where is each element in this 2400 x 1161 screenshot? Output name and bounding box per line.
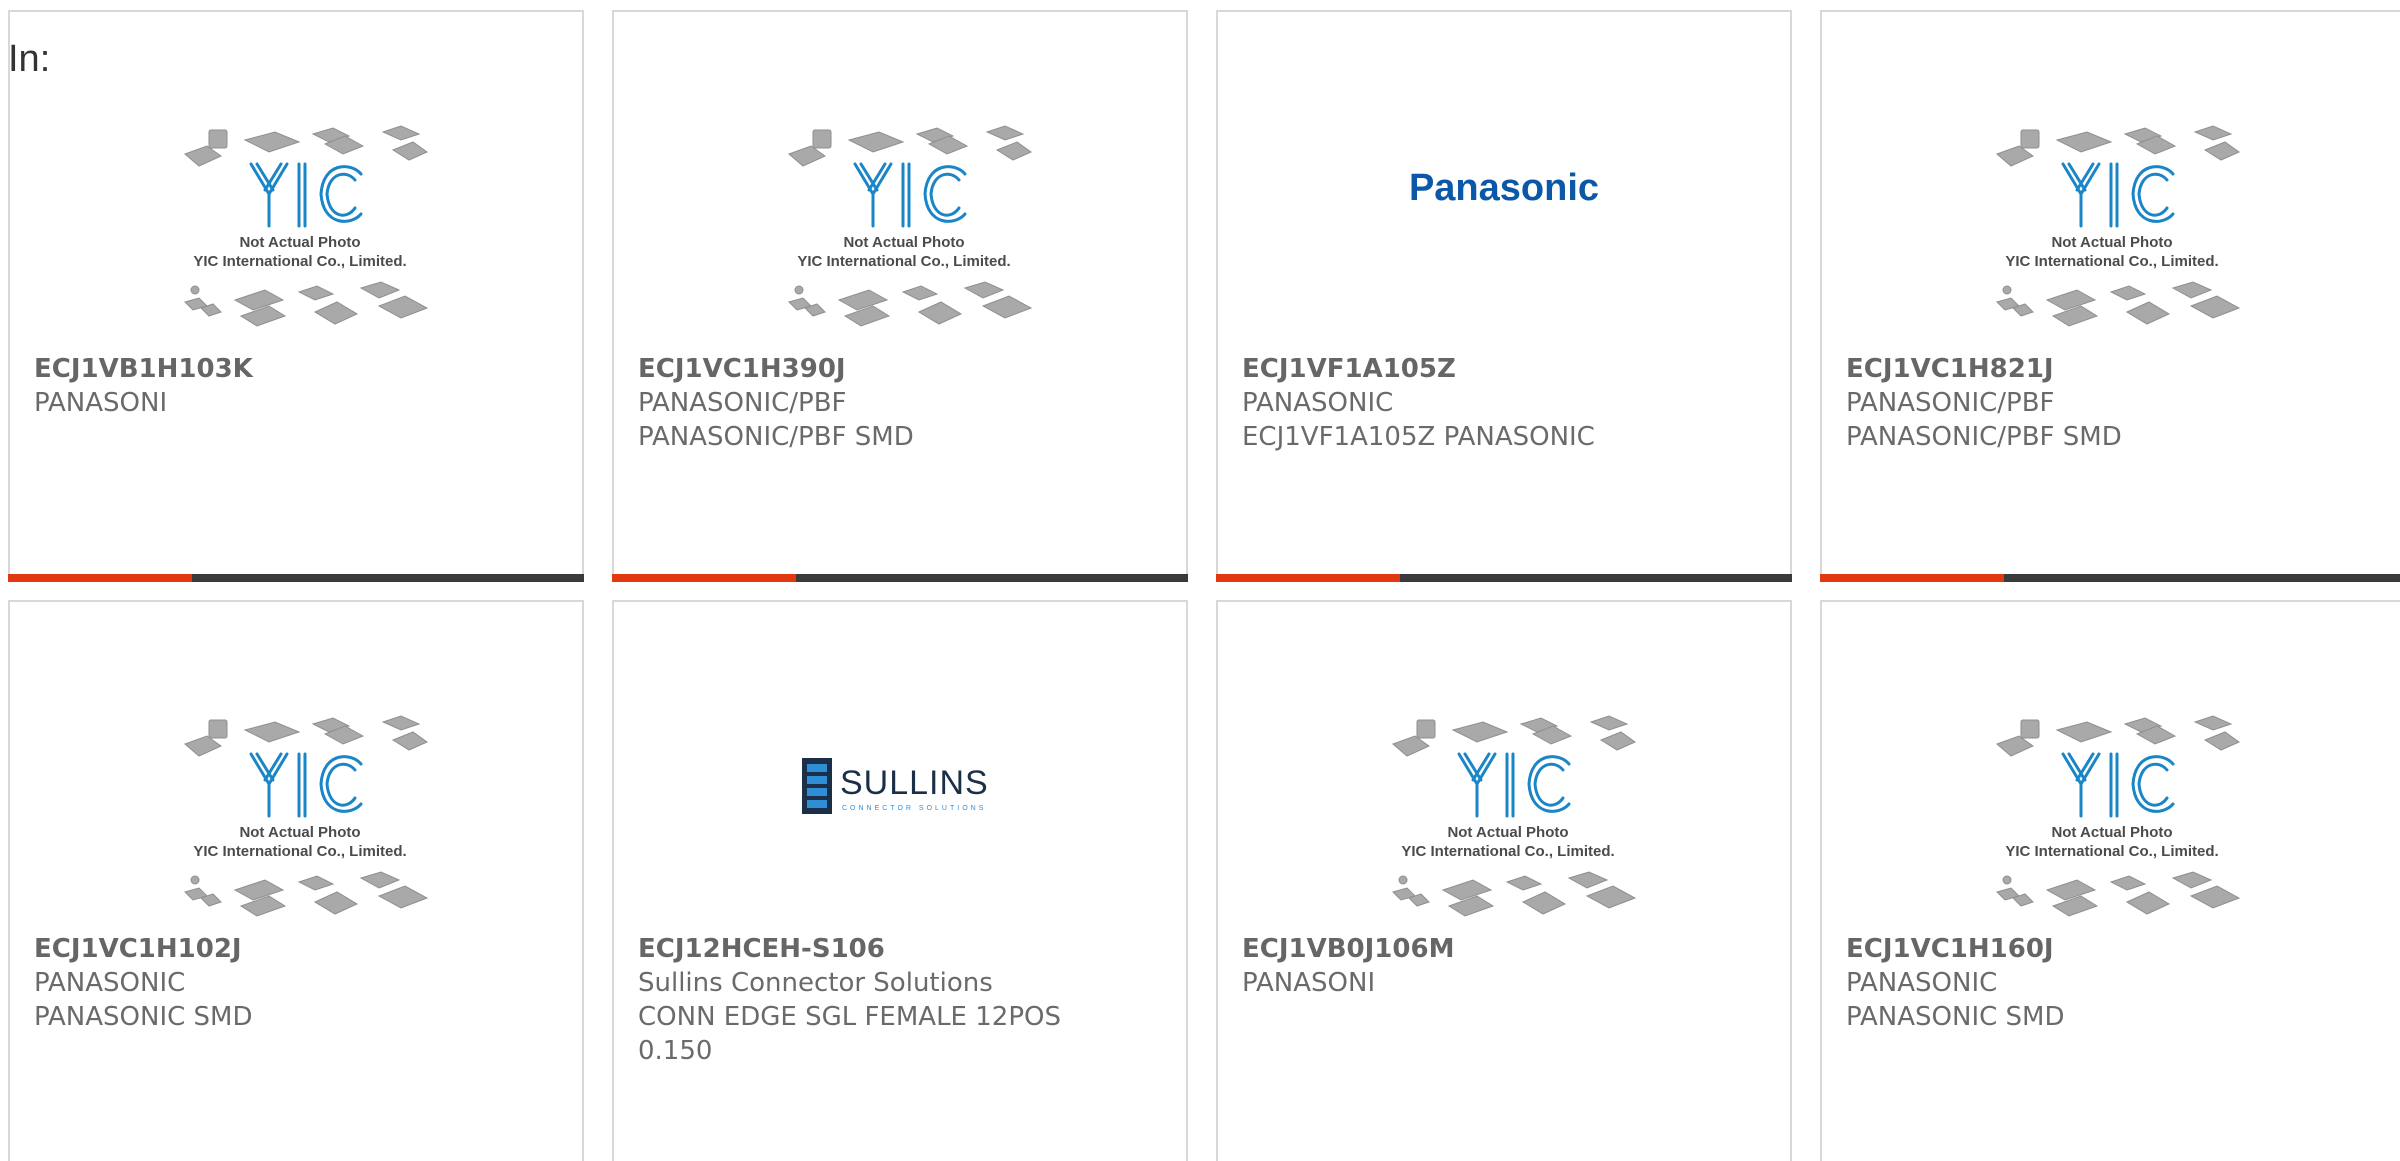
product-image[interactable]: Panasonic	[1218, 102, 1790, 352]
manufacturer: PANASONIC	[1846, 968, 1998, 998]
product-card[interactable]: ECJ1VC1H821J PANASONIC/PBF PANASONIC/PBF…	[1820, 10, 2400, 582]
card-accent-bar	[1820, 574, 2400, 582]
description: PANASONIC SMD	[34, 1002, 253, 1032]
manufacturer: Sullins Connector Solutions	[638, 968, 993, 998]
product-card[interactable]: SULLINS CONNECTOR SOLUTIONS ECJ12HCEH-S1…	[612, 600, 1188, 1161]
description: PANASONIC/PBF SMD	[1846, 422, 2122, 452]
part-number-link[interactable]: ECJ1VF1A105Z	[1242, 352, 1766, 386]
product-card[interactable]: ECJ1VB0J106M PANASONI	[1216, 600, 1792, 1161]
product-image[interactable]	[10, 692, 582, 942]
product-grid-page: In: ECJ1VB1H103K PANASONI ECJ1VC1H390J P…	[0, 0, 2400, 1161]
description: CONN EDGE SGL FEMALE 12POS	[638, 1002, 1061, 1032]
placeholder-image	[1995, 714, 2241, 918]
product-card[interactable]: ECJ1VC1H160J PANASONIC PANASONIC SMD	[1820, 600, 2400, 1161]
svg-text:Panasonic: Panasonic	[1409, 167, 1599, 209]
svg-text:CONNECTOR SOLUTIONS: CONNECTOR SOLUTIONS	[842, 805, 986, 812]
filter-label: In:	[8, 38, 51, 80]
product-image[interactable]	[10, 102, 582, 352]
description: ECJ1VF1A105Z PANASONIC	[1242, 422, 1595, 452]
manufacturer: PANASONIC	[34, 968, 186, 998]
product-card[interactable]: ECJ1VC1H102J PANASONIC PANASONIC SMD	[8, 600, 584, 1161]
part-number-link[interactable]: ECJ1VB0J106M	[1242, 932, 1766, 966]
part-number-link[interactable]: ECJ1VC1H390J	[638, 352, 1162, 386]
product-image[interactable]	[1822, 102, 2400, 352]
part-number-link[interactable]: ECJ1VB1H103K	[34, 352, 558, 386]
manufacturer: PANASONIC/PBF	[638, 388, 847, 418]
card-accent-bar	[612, 574, 1188, 582]
card-accent-bar	[8, 574, 584, 582]
part-number-link[interactable]: ECJ1VC1H102J	[34, 932, 558, 966]
product-card[interactable]: ECJ1VB1H103K PANASONI	[8, 10, 584, 582]
part-number-link[interactable]: ECJ12HCEH-S106	[638, 932, 1162, 966]
product-card[interactable]: Panasonic ECJ1VF1A105Z PANASONIC ECJ1VF1…	[1216, 10, 1792, 582]
placeholder-image	[183, 124, 429, 328]
product-image[interactable]	[1218, 692, 1790, 942]
placeholder-image	[1391, 714, 1637, 918]
manufacturer: PANASONIC/PBF	[1846, 388, 2055, 418]
description: PANASONIC/PBF SMD	[638, 422, 914, 452]
product-card[interactable]: ECJ1VC1H390J PANASONIC/PBF PANASONIC/PBF…	[612, 10, 1188, 582]
panasonic-logo: Panasonic	[1218, 162, 1790, 216]
placeholder-image	[1995, 124, 2241, 328]
part-number-link[interactable]: ECJ1VC1H160J	[1846, 932, 2378, 966]
manufacturer: PANASONI	[1242, 968, 1376, 998]
manufacturer: PANASONIC	[1242, 388, 1394, 418]
placeholder-image	[183, 714, 429, 918]
description: PANASONIC SMD	[1846, 1002, 2065, 1032]
product-image[interactable]	[614, 102, 1186, 352]
description-continued: 0.150	[638, 1036, 713, 1066]
card-accent-bar	[1216, 574, 1792, 582]
placeholder-image	[787, 124, 1033, 328]
product-image[interactable]	[1822, 692, 2400, 942]
svg-text:SULLINS: SULLINS	[840, 764, 989, 802]
sullins-logo: SULLINS CONNECTOR SOLUTIONS	[614, 752, 1186, 826]
product-image[interactable]: SULLINS CONNECTOR SOLUTIONS	[614, 692, 1186, 942]
manufacturer: PANASONI	[34, 388, 168, 418]
part-number-link[interactable]: ECJ1VC1H821J	[1846, 352, 2378, 386]
